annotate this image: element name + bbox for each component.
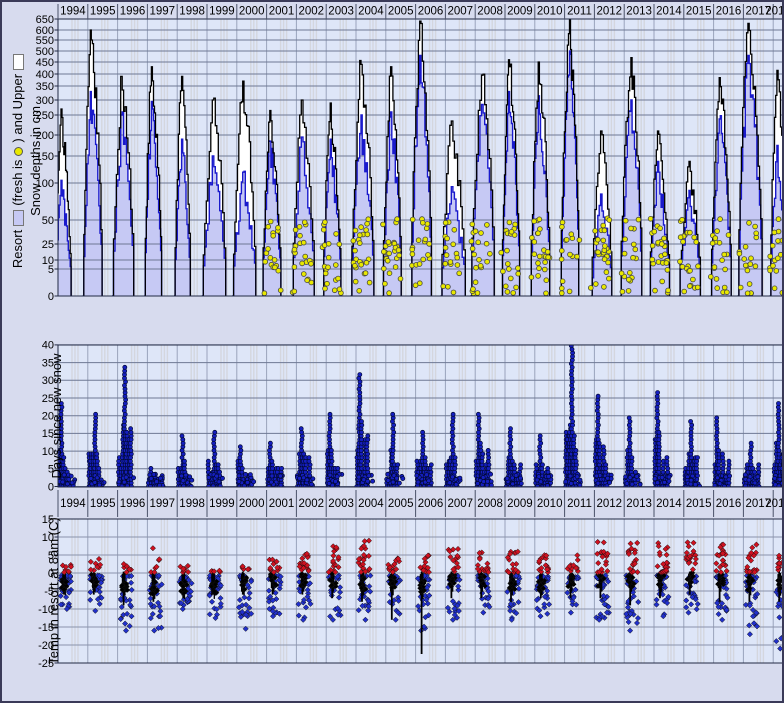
- svg-text:2001: 2001: [269, 6, 295, 18]
- upper-swatch-icon: [13, 54, 24, 70]
- svg-text:2007: 2007: [448, 6, 474, 18]
- svg-text:1997: 1997: [150, 6, 176, 18]
- svg-text:2004: 2004: [358, 498, 384, 510]
- svg-text:1998: 1998: [179, 498, 205, 510]
- svg-text:2001: 2001: [269, 498, 295, 510]
- snow-history-chart: 6506005505004504003503002502001501005025…: [2, 2, 784, 703]
- svg-text:2003: 2003: [328, 6, 354, 18]
- svg-text:2007: 2007: [448, 498, 474, 510]
- svg-text:2000: 2000: [239, 6, 265, 18]
- svg-text:2009: 2009: [507, 498, 533, 510]
- svg-text:2013: 2013: [626, 498, 652, 510]
- svg-text:2002: 2002: [299, 498, 325, 510]
- svg-text:2004: 2004: [358, 6, 384, 18]
- svg-text:0: 0: [48, 291, 54, 303]
- svg-text:1997: 1997: [150, 498, 176, 510]
- svg-text:2013: 2013: [626, 6, 652, 18]
- svg-text:1995: 1995: [90, 6, 116, 18]
- svg-text:1994: 1994: [60, 498, 86, 510]
- svg-text:2005: 2005: [388, 498, 414, 510]
- svg-text:1995: 1995: [90, 498, 116, 510]
- svg-text:2010: 2010: [537, 6, 563, 18]
- mid-year-axis: 1994 1995 1996 19971998 1999 2000 2001 20022003…: [58, 490, 784, 517]
- temp-axis-label: Temp in resort at 8am (C): [46, 496, 62, 686]
- svg-text:2015: 2015: [686, 498, 712, 510]
- resort-label: Resort: [9, 230, 27, 268]
- fresh-label-prefix: (fresh is: [9, 160, 27, 206]
- svg-text:2014: 2014: [656, 6, 682, 18]
- snow-axis-label: Resort (fresh is ) and Upper Snow depths…: [7, 11, 47, 311]
- snow-depth-units-label: Snow depths in cm: [27, 106, 45, 216]
- svg-text:1999: 1999: [209, 6, 235, 18]
- svg-text:1994: 1994: [60, 6, 86, 18]
- svg-text:2009: 2009: [507, 6, 533, 18]
- resort-swatch-icon: [13, 210, 24, 226]
- svg-text:2011: 2011: [567, 498, 592, 510]
- svg-text:2000: 2000: [239, 498, 265, 510]
- days-axis-label: Days since new snow: [49, 336, 65, 496]
- fresh-snow-legend-icon: [14, 147, 23, 156]
- upper-label-suffix: ) and Upper: [9, 74, 27, 143]
- svg-text:2005: 2005: [388, 6, 414, 18]
- svg-text:2002: 2002: [299, 6, 325, 18]
- svg-text:1996: 1996: [120, 6, 146, 18]
- svg-text:2008: 2008: [477, 498, 503, 510]
- svg-text:2015: 2015: [686, 6, 712, 18]
- svg-text:2012: 2012: [597, 6, 623, 18]
- svg-text:2006: 2006: [418, 498, 444, 510]
- svg-text:1996: 1996: [120, 498, 146, 510]
- svg-text:1999: 1999: [209, 498, 235, 510]
- svg-text:2014: 2014: [656, 498, 682, 510]
- svg-text:2010: 2010: [537, 498, 563, 510]
- svg-text:2006: 2006: [418, 6, 444, 18]
- svg-text:2012: 2012: [597, 498, 623, 510]
- top-year-axis: 1994 1995 1996 19971998 1999 2000 2001 20022003…: [58, 4, 784, 19]
- svg-text:2008: 2008: [477, 6, 503, 18]
- svg-text:2018: 2018: [765, 498, 784, 510]
- svg-text:5: 5: [48, 264, 54, 276]
- svg-text:1998: 1998: [179, 6, 205, 18]
- svg-text:2016: 2016: [716, 6, 742, 18]
- svg-text:2016: 2016: [716, 498, 742, 510]
- svg-text:2018: 2018: [765, 6, 784, 18]
- svg-text:2011: 2011: [567, 6, 592, 18]
- svg-text:2003: 2003: [328, 498, 354, 510]
- snow-history-window: 6506005505004504003503002502001501005025…: [0, 0, 784, 703]
